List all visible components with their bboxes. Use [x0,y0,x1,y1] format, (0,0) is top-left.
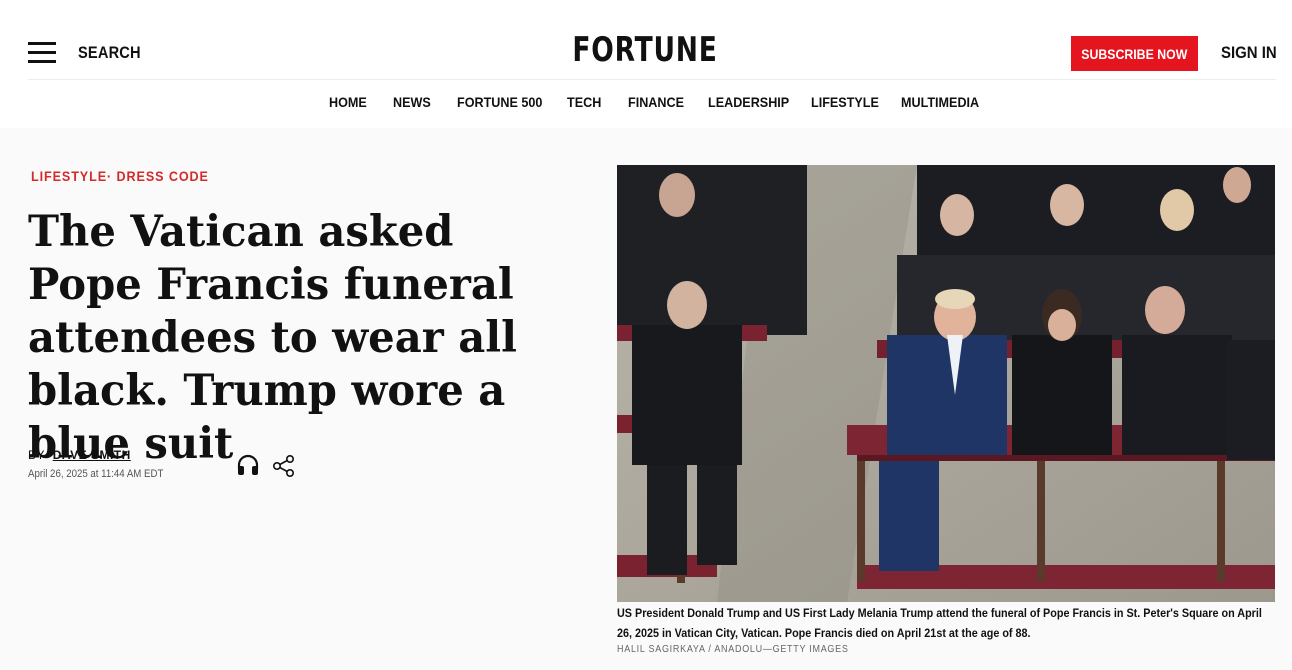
image-caption: US President Donald Trump and US First L… [617,603,1277,643]
nav-item-home[interactable]: HOME [329,94,367,110]
main-nav: HOME NEWS FORTUNE 500 TECH FINANCE LEADE… [0,94,1292,114]
byline: BY DAVE SMITH [28,448,131,462]
site-header: SEARCH FORTUNE SUBSCRIBE NOW SIGN IN HOM… [0,0,1292,128]
nav-item-fortune-500[interactable]: FORTUNE 500 [457,94,542,110]
subscribe-button-label: SUBSCRIBE NOW [1081,45,1188,62]
subsection-link[interactable]: DRESS CODE [117,168,209,184]
search-link[interactable]: SEARCH [78,43,141,63]
subscribe-button[interactable]: SUBSCRIBE NOW [1071,36,1198,71]
nav-item-multimedia[interactable]: MULTIMEDIA [901,94,979,110]
article-headline: The Vatican asked Pope Francis funeral a… [28,206,568,471]
sign-in-link[interactable]: SIGN IN [1221,43,1277,63]
author-link[interactable]: DAVE SMITH [53,448,131,462]
image-credit: HALIL SAGIRKAYA / ANADOLU—GETTY IMAGES [617,644,849,655]
nav-item-lifestyle[interactable]: LIFESTYLE [811,94,879,110]
nav-item-finance[interactable]: FINANCE [628,94,684,110]
section-eyebrow: LIFESTYLE· DRESS CODE [31,168,209,184]
share-icon[interactable] [272,454,296,478]
section-link[interactable]: LIFESTYLE [31,168,107,184]
section-separator: · [107,168,113,184]
header-divider [28,79,1276,80]
article-hero: LIFESTYLE· DRESS CODE The Vatican asked … [0,128,1292,670]
nav-item-tech[interactable]: TECH [567,94,601,110]
headline-text: The Vatican asked Pope Francis funeral a… [28,207,517,469]
byline-prefix: BY [28,448,46,462]
caption-text: US President Donald Trump and US First L… [617,606,1262,640]
nav-item-news[interactable]: NEWS [393,94,431,110]
fortune-logo[interactable]: FORTUNE [567,30,723,70]
hamburger-menu-icon[interactable] [28,42,56,64]
nav-item-leadership[interactable]: LEADERSHIP [708,94,789,110]
publish-date: April 26, 2025 at 11:44 AM EDT [28,468,164,480]
article-hero-image [617,165,1275,602]
headphones-icon[interactable] [236,454,260,476]
